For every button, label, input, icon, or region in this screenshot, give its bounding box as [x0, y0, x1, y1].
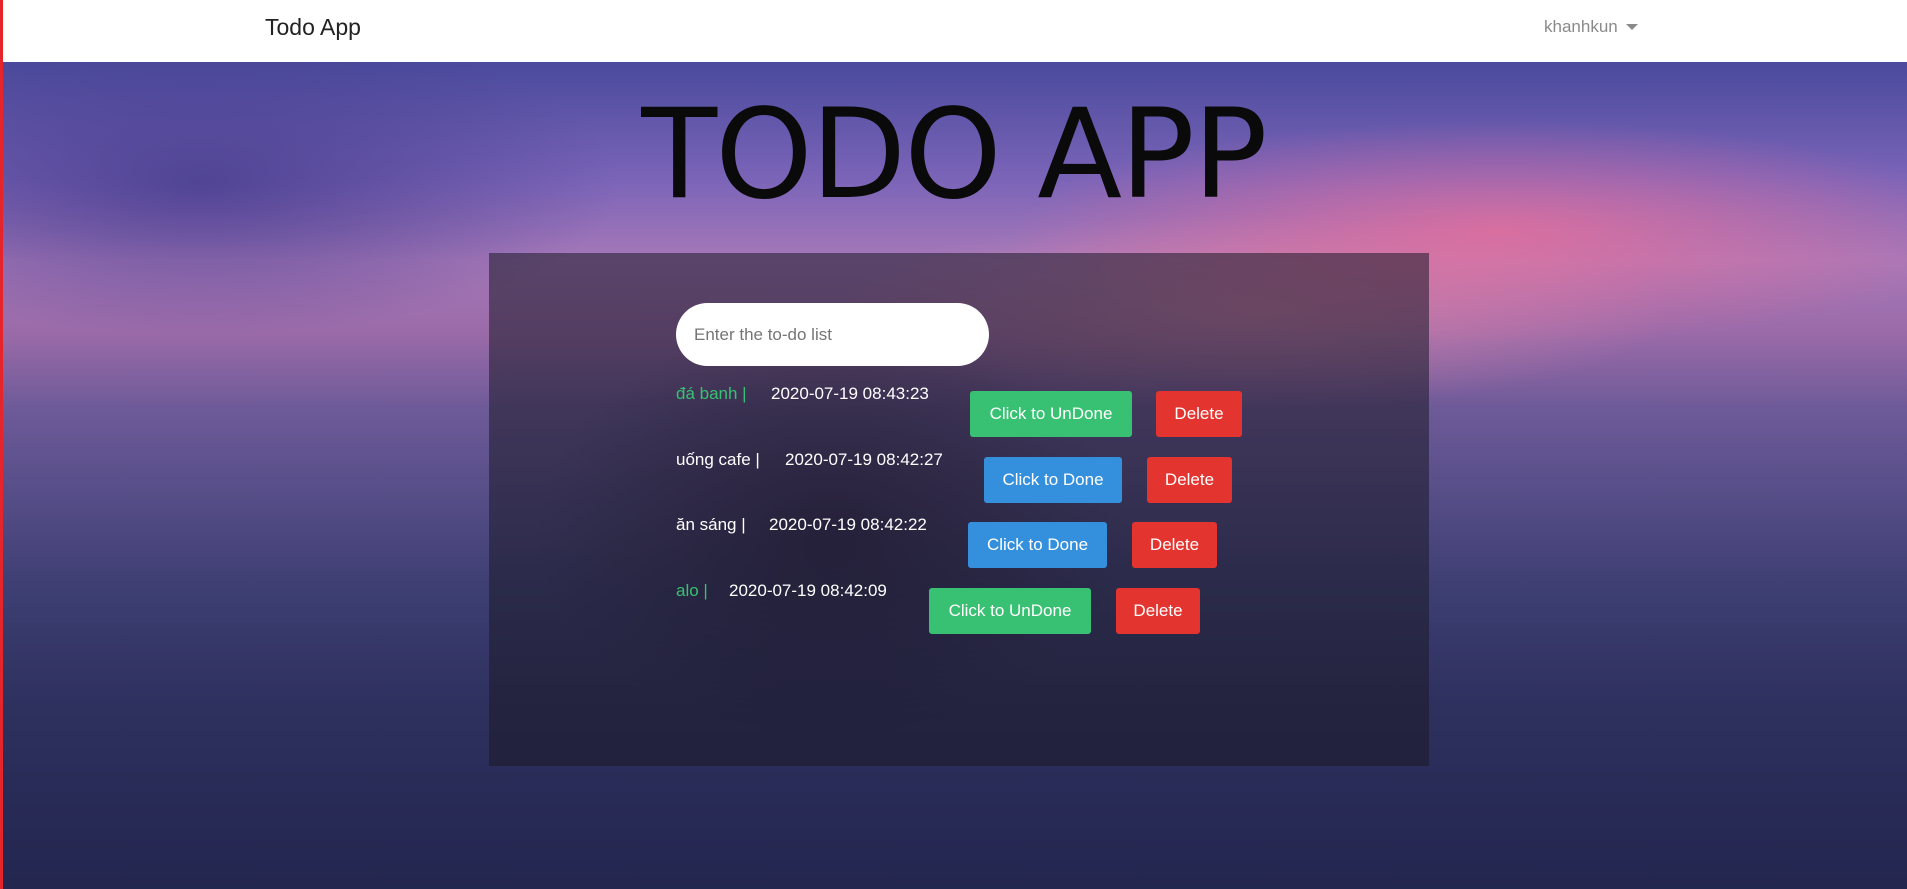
todo-name: alo | — [676, 581, 708, 600]
brand-link[interactable]: Todo App — [265, 14, 361, 41]
todo-name: đá banh | — [676, 384, 747, 403]
toggle-done-button[interactable]: Click to Done — [968, 522, 1107, 568]
user-dropdown[interactable]: khanhkun — [1544, 17, 1638, 37]
delete-button[interactable]: Delete — [1116, 588, 1200, 634]
todo-time: 2020-07-19 08:42:22 — [769, 515, 927, 534]
user-name: khanhkun — [1544, 17, 1618, 36]
window-edge — [0, 0, 3, 889]
page-title: TODO APP — [641, 83, 1267, 227]
todo-time: 2020-07-19 08:43:23 — [771, 384, 929, 403]
delete-button[interactable]: Delete — [1132, 522, 1217, 568]
todo-input[interactable] — [676, 303, 989, 366]
todo-time: 2020-07-19 08:42:27 — [785, 450, 943, 469]
toggle-done-button[interactable]: Click to Done — [984, 457, 1122, 503]
delete-button[interactable]: Delete — [1156, 391, 1242, 437]
todo-time: 2020-07-19 08:42:09 — [729, 581, 887, 600]
todo-name: uống cafe | — [676, 450, 760, 469]
chevron-down-icon — [1625, 24, 1638, 30]
navbar: Todo App khanhkun — [0, 0, 1907, 62]
toggle-undone-button[interactable]: Click to UnDone — [929, 588, 1091, 634]
todo-name: ăn sáng | — [676, 515, 746, 534]
toggle-undone-button[interactable]: Click to UnDone — [970, 391, 1132, 437]
delete-button[interactable]: Delete — [1147, 457, 1232, 503]
